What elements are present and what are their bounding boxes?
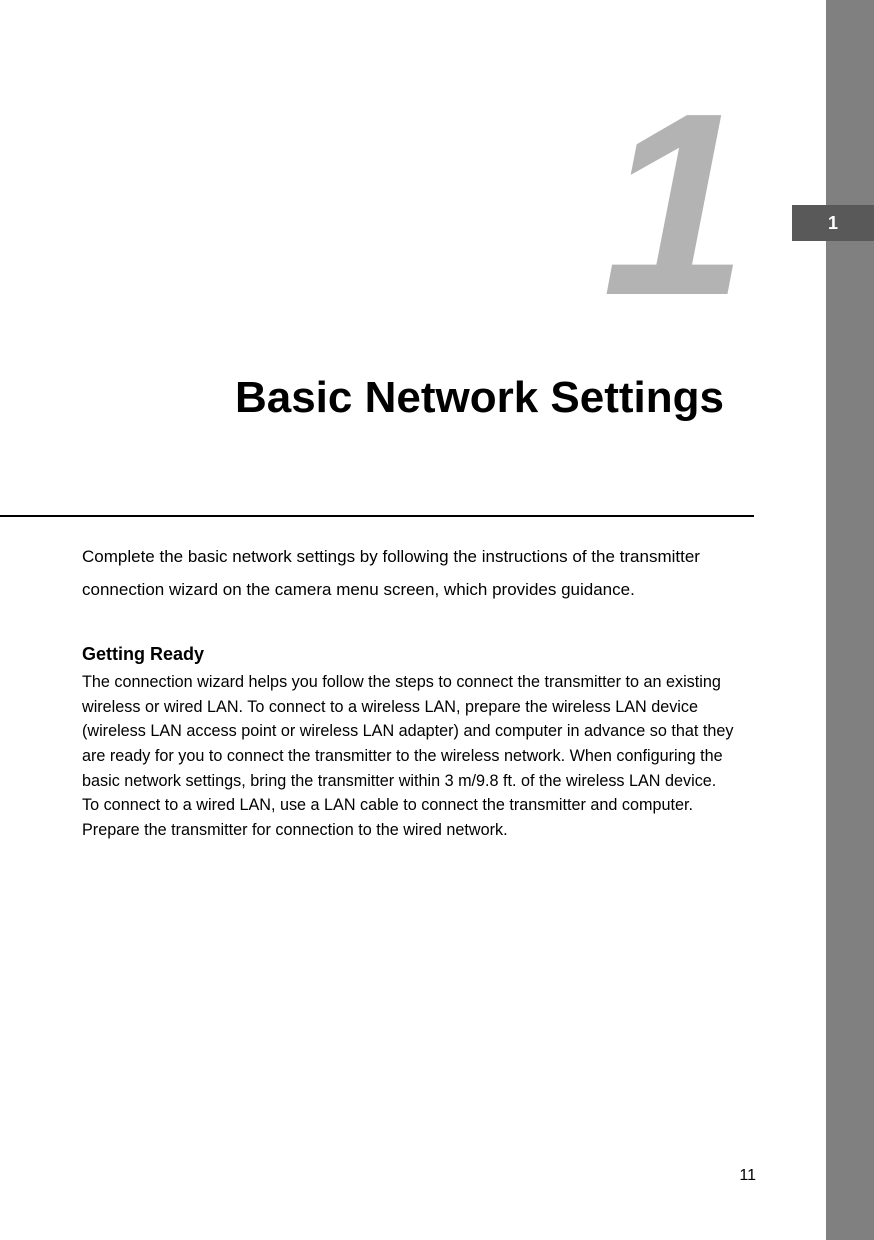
chapter-tab: 1 <box>792 205 874 241</box>
title-rule <box>0 515 754 517</box>
chapter-title: Basic Network Settings <box>0 373 754 423</box>
section-body: The connection wizard helps you follow t… <box>82 670 737 842</box>
sidebar-strip <box>826 0 874 1240</box>
intro-paragraph: Complete the basic network settings by f… <box>82 540 727 606</box>
section-heading: Getting Ready <box>82 644 727 665</box>
chapter-tab-label: 1 <box>828 213 838 234</box>
chapter-number: 1 <box>602 95 739 316</box>
page-number: 11 <box>739 1167 756 1185</box>
